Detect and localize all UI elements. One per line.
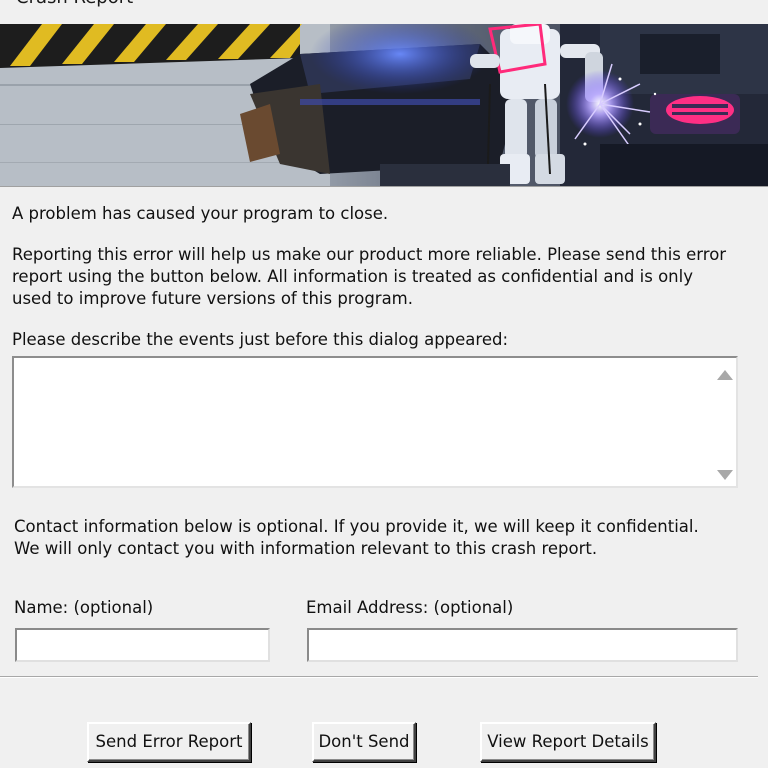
banner-image — [0, 24, 768, 186]
contact-notice-line2: We will only contact you with informatio… — [14, 539, 598, 558]
window-title: Crash Report — [16, 0, 133, 8]
title-bar[interactable]: Crash Report — [0, 0, 768, 24]
description-input[interactable] — [14, 358, 714, 486]
footer-divider-highlight — [0, 677, 758, 678]
error-body-line2: report using the button below. All infor… — [12, 267, 693, 286]
send-error-report-button[interactable]: Send Error Report — [87, 722, 251, 762]
name-label: Name: (optional) — [14, 598, 154, 617]
description-label: Please describe the events just before t… — [12, 330, 509, 349]
dont-send-button[interactable]: Don't Send — [312, 722, 416, 762]
error-body-line1: Reporting this error will help us make o… — [12, 245, 727, 264]
scroll-down-arrow-icon[interactable] — [717, 470, 733, 480]
email-field-frame — [307, 628, 738, 662]
error-body-line3: used to improve future versions of this … — [12, 289, 414, 308]
banner-divider — [0, 186, 768, 187]
description-scrollbar[interactable] — [714, 358, 736, 486]
contact-notice-line1: Contact information below is optional. I… — [14, 517, 699, 536]
crash-report-dialog: Crash Report — [0, 0, 768, 768]
name-field-frame — [15, 628, 270, 662]
name-input[interactable] — [17, 630, 268, 660]
email-input[interactable] — [309, 630, 736, 660]
view-report-details-button[interactable]: View Report Details — [480, 722, 656, 762]
robot-welding-illustration-icon — [0, 24, 768, 186]
scroll-up-arrow-icon[interactable] — [717, 370, 733, 380]
description-memo — [12, 356, 738, 488]
error-headline: A problem has caused your program to clo… — [12, 204, 389, 223]
email-label: Email Address: (optional) — [306, 598, 514, 617]
